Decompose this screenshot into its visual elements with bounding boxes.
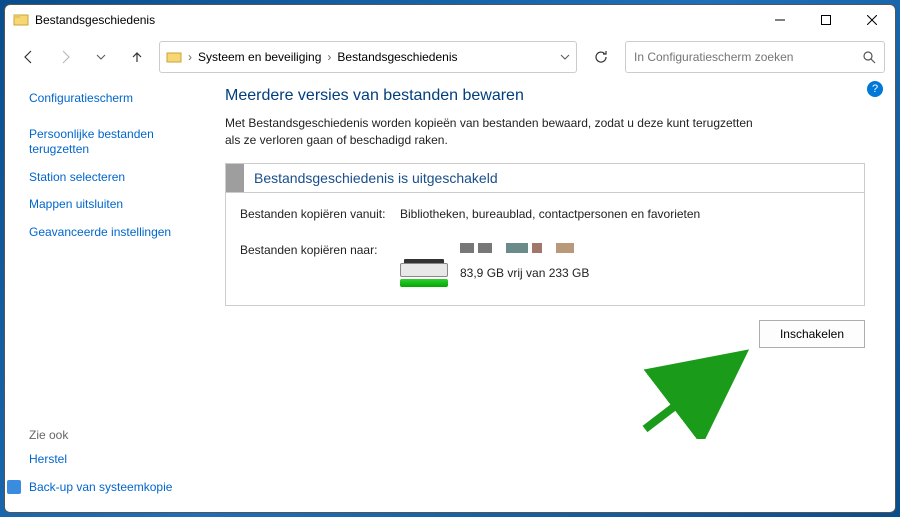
search-input[interactable] xyxy=(634,50,862,64)
status-flag-icon xyxy=(226,164,244,192)
close-button[interactable] xyxy=(849,5,895,35)
app-icon xyxy=(13,12,29,28)
search-box[interactable] xyxy=(625,41,885,73)
copy-to-label: Bestanden kopiëren naar: xyxy=(240,243,400,287)
status-title: Bestandsgeschiedenis is uitgeschakeld xyxy=(254,166,498,190)
status-box: Bestandsgeschiedenis is uitgeschakeld Be… xyxy=(225,163,865,306)
annotation-arrow xyxy=(635,349,755,439)
toolbar: › Systeem en beveiliging › Bestandsgesch… xyxy=(5,35,895,79)
sidebar-restore[interactable]: Persoonlijke bestanden terugzetten xyxy=(29,127,205,158)
breadcrumb-filehistory[interactable]: Bestandsgeschiedenis xyxy=(337,50,457,64)
recent-dropdown[interactable] xyxy=(87,43,115,71)
minimize-button[interactable] xyxy=(757,5,803,35)
forward-button[interactable] xyxy=(51,43,79,71)
address-dropdown[interactable] xyxy=(560,52,570,62)
up-button[interactable] xyxy=(123,43,151,71)
enable-button[interactable]: Inschakelen xyxy=(759,320,865,348)
sidebar-recovery[interactable]: Herstel xyxy=(29,452,205,468)
drive-info: 83,9 GB vrij van 233 GB xyxy=(400,243,850,287)
search-icon[interactable] xyxy=(862,50,876,64)
sidebar-select-drive[interactable]: Station selecteren xyxy=(29,170,205,186)
main-panel: Meerdere versies van bestanden bewaren M… xyxy=(205,79,895,512)
maximize-button[interactable] xyxy=(803,5,849,35)
status-body: Bestanden kopiëren vanuit: Bibliotheken,… xyxy=(226,193,864,305)
sidebar-exclude[interactable]: Mappen uitsluiten xyxy=(29,197,205,213)
folder-icon xyxy=(166,49,182,65)
sidebar: Configuratiescherm Persoonlijke bestande… xyxy=(5,79,205,512)
drive-free-text: 83,9 GB vrij van 233 GB xyxy=(460,266,589,280)
titlebar: Bestandsgeschiedenis xyxy=(5,5,895,35)
chevron-right-icon: › xyxy=(327,50,331,64)
pixel-strip xyxy=(460,243,574,253)
sidebar-advanced[interactable]: Geavanceerde instellingen xyxy=(29,225,205,241)
action-row: Inschakelen xyxy=(225,320,865,348)
refresh-button[interactable] xyxy=(585,41,617,73)
page-title: Meerdere versies van bestanden bewaren xyxy=(225,87,865,105)
window-controls xyxy=(757,5,895,35)
sidebar-home[interactable]: Configuratiescherm xyxy=(29,91,205,107)
status-header: Bestandsgeschiedenis is uitgeschakeld xyxy=(226,164,864,192)
sidebar-backup[interactable]: Back-up van systeemkopie xyxy=(11,480,205,494)
sidebar-see-also: Zie ook xyxy=(29,428,205,442)
breadcrumb-system[interactable]: Systeem en beveiliging xyxy=(198,50,321,64)
copy-from-label: Bestanden kopiëren vanuit: xyxy=(240,207,400,221)
copy-from-row: Bestanden kopiëren vanuit: Bibliotheken,… xyxy=(240,207,850,221)
back-button[interactable] xyxy=(15,43,43,71)
copy-from-value: Bibliotheken, bureaublad, contactpersone… xyxy=(400,207,850,221)
copy-to-row: Bestanden kopiëren naar: xyxy=(240,243,850,287)
chevron-right-icon: › xyxy=(188,50,192,64)
content: ? Configuratiescherm Persoonlijke bestan… xyxy=(5,79,895,512)
window-title: Bestandsgeschiedenis xyxy=(35,13,757,27)
window: Bestandsgeschiedenis › Systeem en beveil… xyxy=(4,4,896,513)
address-bar[interactable]: › Systeem en beveiliging › Bestandsgesch… xyxy=(159,41,577,73)
drive-icon xyxy=(400,259,448,287)
page-description: Met Bestandsgeschiedenis worden kopieën … xyxy=(225,115,765,149)
